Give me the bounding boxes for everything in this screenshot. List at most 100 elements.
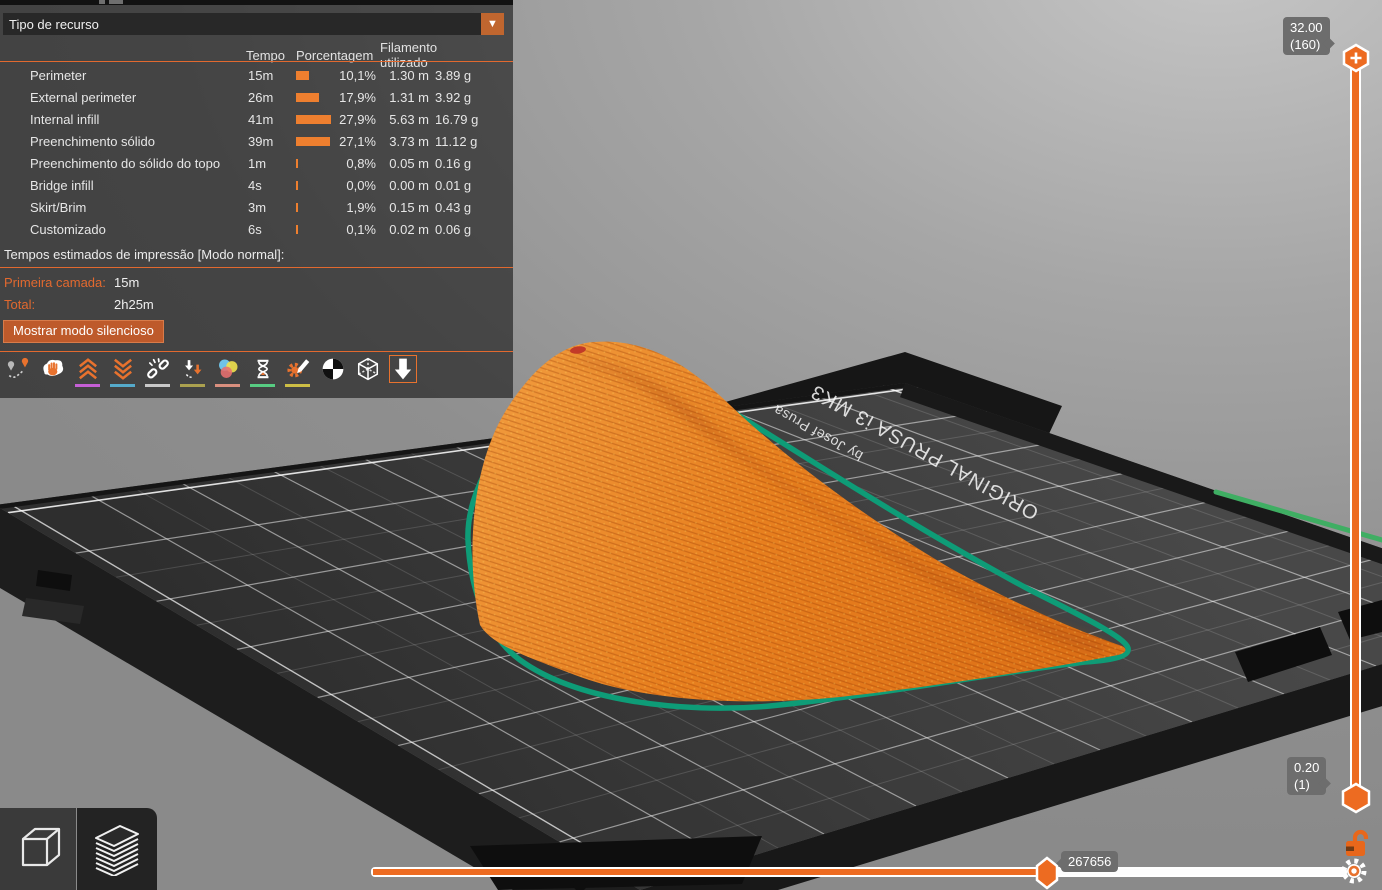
view-toggles-row [4, 355, 417, 387]
feature-filament-m: 0.02 m [389, 221, 429, 237]
feature-row: Bridge infill 4s 0,0% 0.00 m 0.01 g [4, 174, 509, 196]
toggle-travels-icon[interactable] [4, 356, 31, 387]
feature-percentage: 27,9% [339, 111, 376, 127]
legend-panel: Tipo de recurso ▼ Tempo Porcentagem Fila… [0, 0, 513, 398]
layer-slider-top-handle[interactable] [1341, 43, 1371, 73]
percentage-bar [296, 158, 298, 168]
toggle-seams-icon[interactable] [144, 356, 171, 387]
view-type-select[interactable]: Tipo de recurso ▼ [3, 13, 504, 35]
toggle-current-marker-icon[interactable] [388, 355, 417, 387]
gcode-preview-window: ORIGINAL PRUSA i3 MK3 by Josef Prusa Tip… [0, 0, 1382, 890]
feature-filament-m: 1.31 m [389, 89, 429, 105]
feature-row: Perimeter 15m 10,1% 1.30 m 3.89 g [4, 64, 509, 86]
feature-filament-m: 3.73 m [389, 133, 429, 149]
layers-icon [95, 825, 139, 876]
feature-label: Customizado [30, 221, 106, 237]
estimated-times-title: Tempos estimados de impressão [Modo norm… [4, 247, 285, 262]
percentage-bar [296, 180, 298, 190]
toggle-custom-gcodes-icon[interactable] [284, 356, 311, 387]
feature-time: 4s [248, 177, 262, 193]
gear-icon[interactable] [1340, 856, 1368, 886]
feature-filament-g: 0.01 g [435, 177, 472, 193]
feature-percentage: 27,1% [339, 133, 376, 149]
preview-view-button[interactable] [77, 808, 157, 890]
feature-percentage: 0,8% [346, 155, 376, 171]
move-slider-track[interactable] [371, 867, 1347, 877]
percentage-bar [296, 114, 332, 124]
feature-filament-m: 0.05 m [389, 155, 429, 171]
feature-filament-g: 0.43 g [435, 199, 472, 215]
first-layer-label: Primeira camada: [4, 275, 106, 290]
feature-filament-m: 0.00 m [389, 177, 429, 193]
feature-label: External perimeter [30, 89, 137, 105]
feature-time: 3m [248, 199, 267, 215]
feature-label: Preenchimento sólido [30, 133, 156, 149]
feature-filament-m: 1.30 m [389, 67, 429, 83]
show-stealth-mode-button[interactable]: Mostrar modo silencioso [3, 320, 164, 343]
feature-filament-g: 16.79 g [435, 111, 479, 127]
feature-filament-g: 11.12 g [435, 133, 478, 149]
toggle-deretractions-icon[interactable] [109, 356, 136, 387]
feature-label: Preenchimento do sólido do topo [30, 155, 221, 171]
feature-rows: Perimeter 15m 10,1% 1.30 m 3.89 g External pe… [4, 64, 509, 240]
feature-percentage: 1,9% [346, 199, 376, 215]
total-label: Total: [4, 297, 36, 312]
toggle-color-changes-icon[interactable] [214, 356, 241, 387]
feature-time: 6s [248, 221, 262, 237]
feature-filament-m: 0.15 m [389, 199, 429, 215]
move-slider-handle[interactable] [1034, 856, 1060, 890]
move-slider-fill [373, 869, 1045, 875]
feature-time: 1m [248, 155, 267, 171]
view-type-value: Tipo de recurso [9, 16, 99, 32]
layer-slider-bottom-tooltip: 0.20 (1) [1287, 757, 1332, 795]
table-header: Tempo Porcentagem Filamento utilizado [4, 40, 509, 70]
cube-icon [21, 827, 61, 867]
feature-percentage: 0,1% [346, 221, 376, 237]
feature-time: 39m [248, 133, 274, 149]
dropdown-arrow-button[interactable]: ▼ [481, 13, 504, 35]
move-slider-tooltip: 267656 [1056, 851, 1119, 872]
layer-slider-top-tooltip: 32.00 (160) [1283, 17, 1335, 55]
unlock-icon[interactable] [1342, 828, 1370, 858]
percentage-bar [296, 136, 331, 146]
toggle-shells-icon[interactable] [354, 356, 381, 387]
percentage-bar [296, 224, 298, 234]
feature-time: 41m [248, 111, 274, 127]
toggle-pause-prints-icon[interactable] [249, 356, 276, 387]
bottom-layer-height: 0.20 [1294, 760, 1320, 775]
feature-label: Internal infill [30, 111, 100, 127]
percentage-bar [296, 202, 299, 212]
feature-filament-g: 3.89 g [435, 67, 472, 83]
feature-row: External perimeter 26m 17,9% 1.31 m 3.92 g [4, 86, 509, 108]
toggle-center-of-gravity-icon[interactable] [319, 356, 346, 387]
feature-filament-m: 5.63 m [389, 111, 429, 127]
feature-time: 15m [248, 67, 274, 83]
feature-filament-g: 0.06 g [435, 221, 472, 237]
feature-percentage: 17,9% [339, 89, 376, 105]
bottom-layer-index: (1) [1294, 777, 1310, 792]
total-time-row: Total: 2h25m [4, 297, 404, 312]
total-value: 2h25m [114, 297, 154, 312]
feature-row: Internal infill 41m 27,9% 5.63 m 16.79 g [4, 108, 509, 130]
feature-label: Bridge infill [30, 177, 94, 193]
layer-slider-track[interactable] [1350, 55, 1361, 805]
feature-filament-g: 0.16 g [435, 155, 472, 171]
divider [0, 61, 513, 62]
layer-slider-bottom-handle[interactable] [1340, 782, 1372, 814]
feature-percentage: 0,0% [346, 177, 376, 193]
toggle-retractions-icon[interactable] [74, 356, 101, 387]
feature-row: Preenchimento sólido 39m 27,1% 3.73 m 11.12 … [4, 130, 509, 152]
feature-label: Perimeter [30, 67, 87, 83]
move-index: 267656 [1068, 854, 1112, 869]
feature-row: Preenchimento do sólido do topo 1m 0,8% 0.0… [4, 152, 509, 174]
divider [0, 267, 513, 268]
percentage-bar [296, 92, 319, 102]
first-layer-row: Primeira camada: 15m [4, 275, 404, 290]
toggle-wipes-icon[interactable] [39, 356, 66, 387]
feature-label: Skirt/Brim [30, 199, 87, 215]
3d-editor-view-button[interactable] [0, 808, 76, 890]
feature-row: Customizado 6s 0,1% 0.02 m 0.06 g [4, 218, 509, 240]
feature-row: Skirt/Brim 3m 1,9% 0.15 m 0.43 g [4, 196, 509, 218]
top-layer-index: (160) [1290, 37, 1321, 52]
toggle-tool-changes-icon[interactable] [179, 356, 206, 387]
